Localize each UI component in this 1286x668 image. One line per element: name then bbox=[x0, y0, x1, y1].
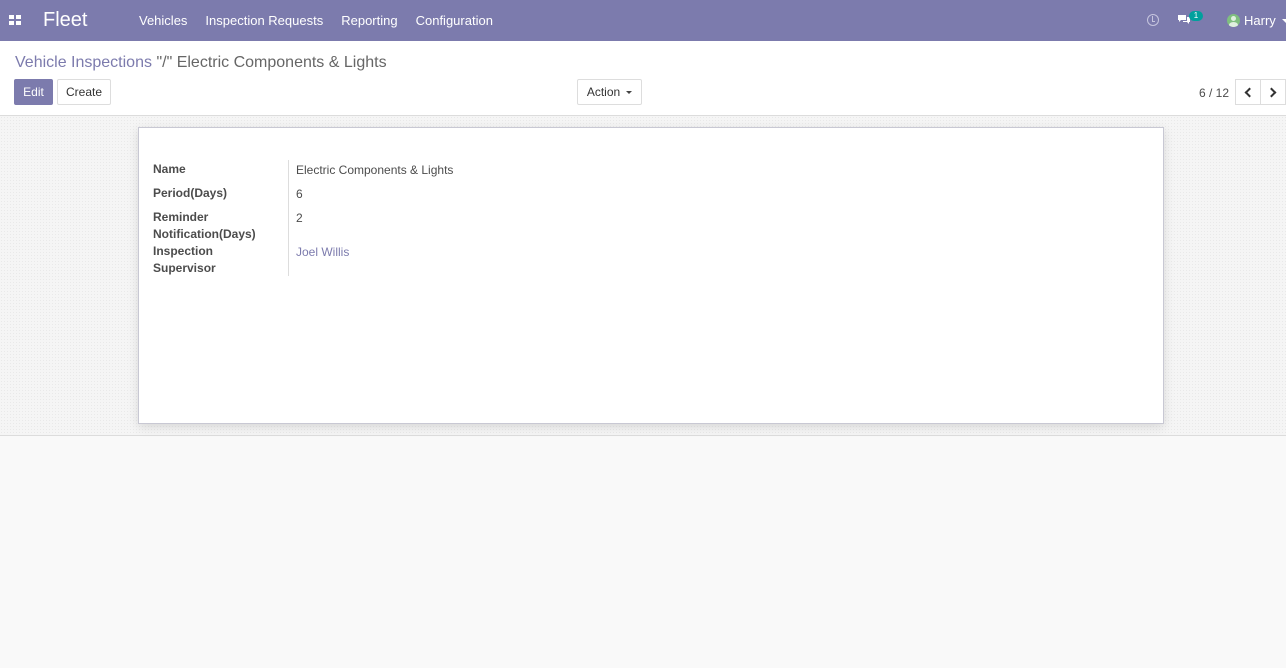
top-navbar: Fleet Vehicles Inspection Requests Repor… bbox=[0, 0, 1286, 41]
activity-clock-icon[interactable] bbox=[1147, 14, 1159, 26]
user-menu[interactable]: Harry bbox=[1227, 13, 1286, 28]
field-value-name: Electric Components & Lights bbox=[296, 163, 454, 177]
chevron-right-icon bbox=[1266, 87, 1277, 97]
pager-previous-button[interactable] bbox=[1235, 79, 1261, 105]
form-sheet bbox=[138, 127, 1164, 424]
apps-menu-icon[interactable] bbox=[9, 15, 21, 25]
label-separator bbox=[288, 160, 289, 276]
menu-item-configuration[interactable]: Configuration bbox=[416, 13, 493, 28]
user-avatar-icon bbox=[1227, 14, 1240, 27]
field-value-supervisor-link[interactable]: Joel Willis bbox=[296, 244, 349, 261]
user-name: Harry bbox=[1244, 13, 1276, 28]
action-dropdown-button[interactable]: Action bbox=[577, 79, 642, 105]
field-value-period: 6 bbox=[296, 187, 303, 201]
breadcrumb-current: "/" Electric Components & Lights bbox=[156, 54, 387, 71]
app-brand[interactable]: Fleet bbox=[43, 9, 87, 32]
menu-item-reporting[interactable]: Reporting bbox=[341, 13, 397, 28]
user-caret-icon bbox=[1281, 18, 1286, 23]
breadcrumb-parent[interactable]: Vehicle Inspections bbox=[15, 54, 152, 71]
pager-value[interactable]: 6 / 12 bbox=[1199, 86, 1229, 100]
breadcrumb: Vehicle Inspections "/" Electric Compone… bbox=[15, 54, 387, 72]
field-label-name: Name bbox=[153, 162, 186, 176]
main-menu: Vehicles Inspection Requests Reporting C… bbox=[139, 13, 511, 28]
field-value-reminder: 2 bbox=[296, 211, 303, 225]
create-button[interactable]: Create bbox=[57, 79, 111, 105]
action-label: Action bbox=[586, 85, 621, 99]
pager-next-button[interactable] bbox=[1260, 79, 1286, 105]
control-panel: Vehicle Inspections "/" Electric Compone… bbox=[0, 41, 1286, 116]
menu-item-vehicles[interactable]: Vehicles bbox=[139, 13, 187, 28]
field-label-supervisor: Inspection Supervisor bbox=[153, 244, 216, 275]
field-label-period: Period(Days) bbox=[153, 186, 228, 200]
caret-down-icon bbox=[626, 90, 633, 94]
field-label-reminder: Reminder Notification(Days) bbox=[153, 210, 256, 241]
chat-count-badge: 1 bbox=[1189, 11, 1203, 21]
chevron-left-icon bbox=[1244, 87, 1255, 97]
menu-item-inspection-requests[interactable]: Inspection Requests bbox=[205, 13, 323, 28]
edit-button[interactable]: Edit bbox=[14, 79, 53, 105]
